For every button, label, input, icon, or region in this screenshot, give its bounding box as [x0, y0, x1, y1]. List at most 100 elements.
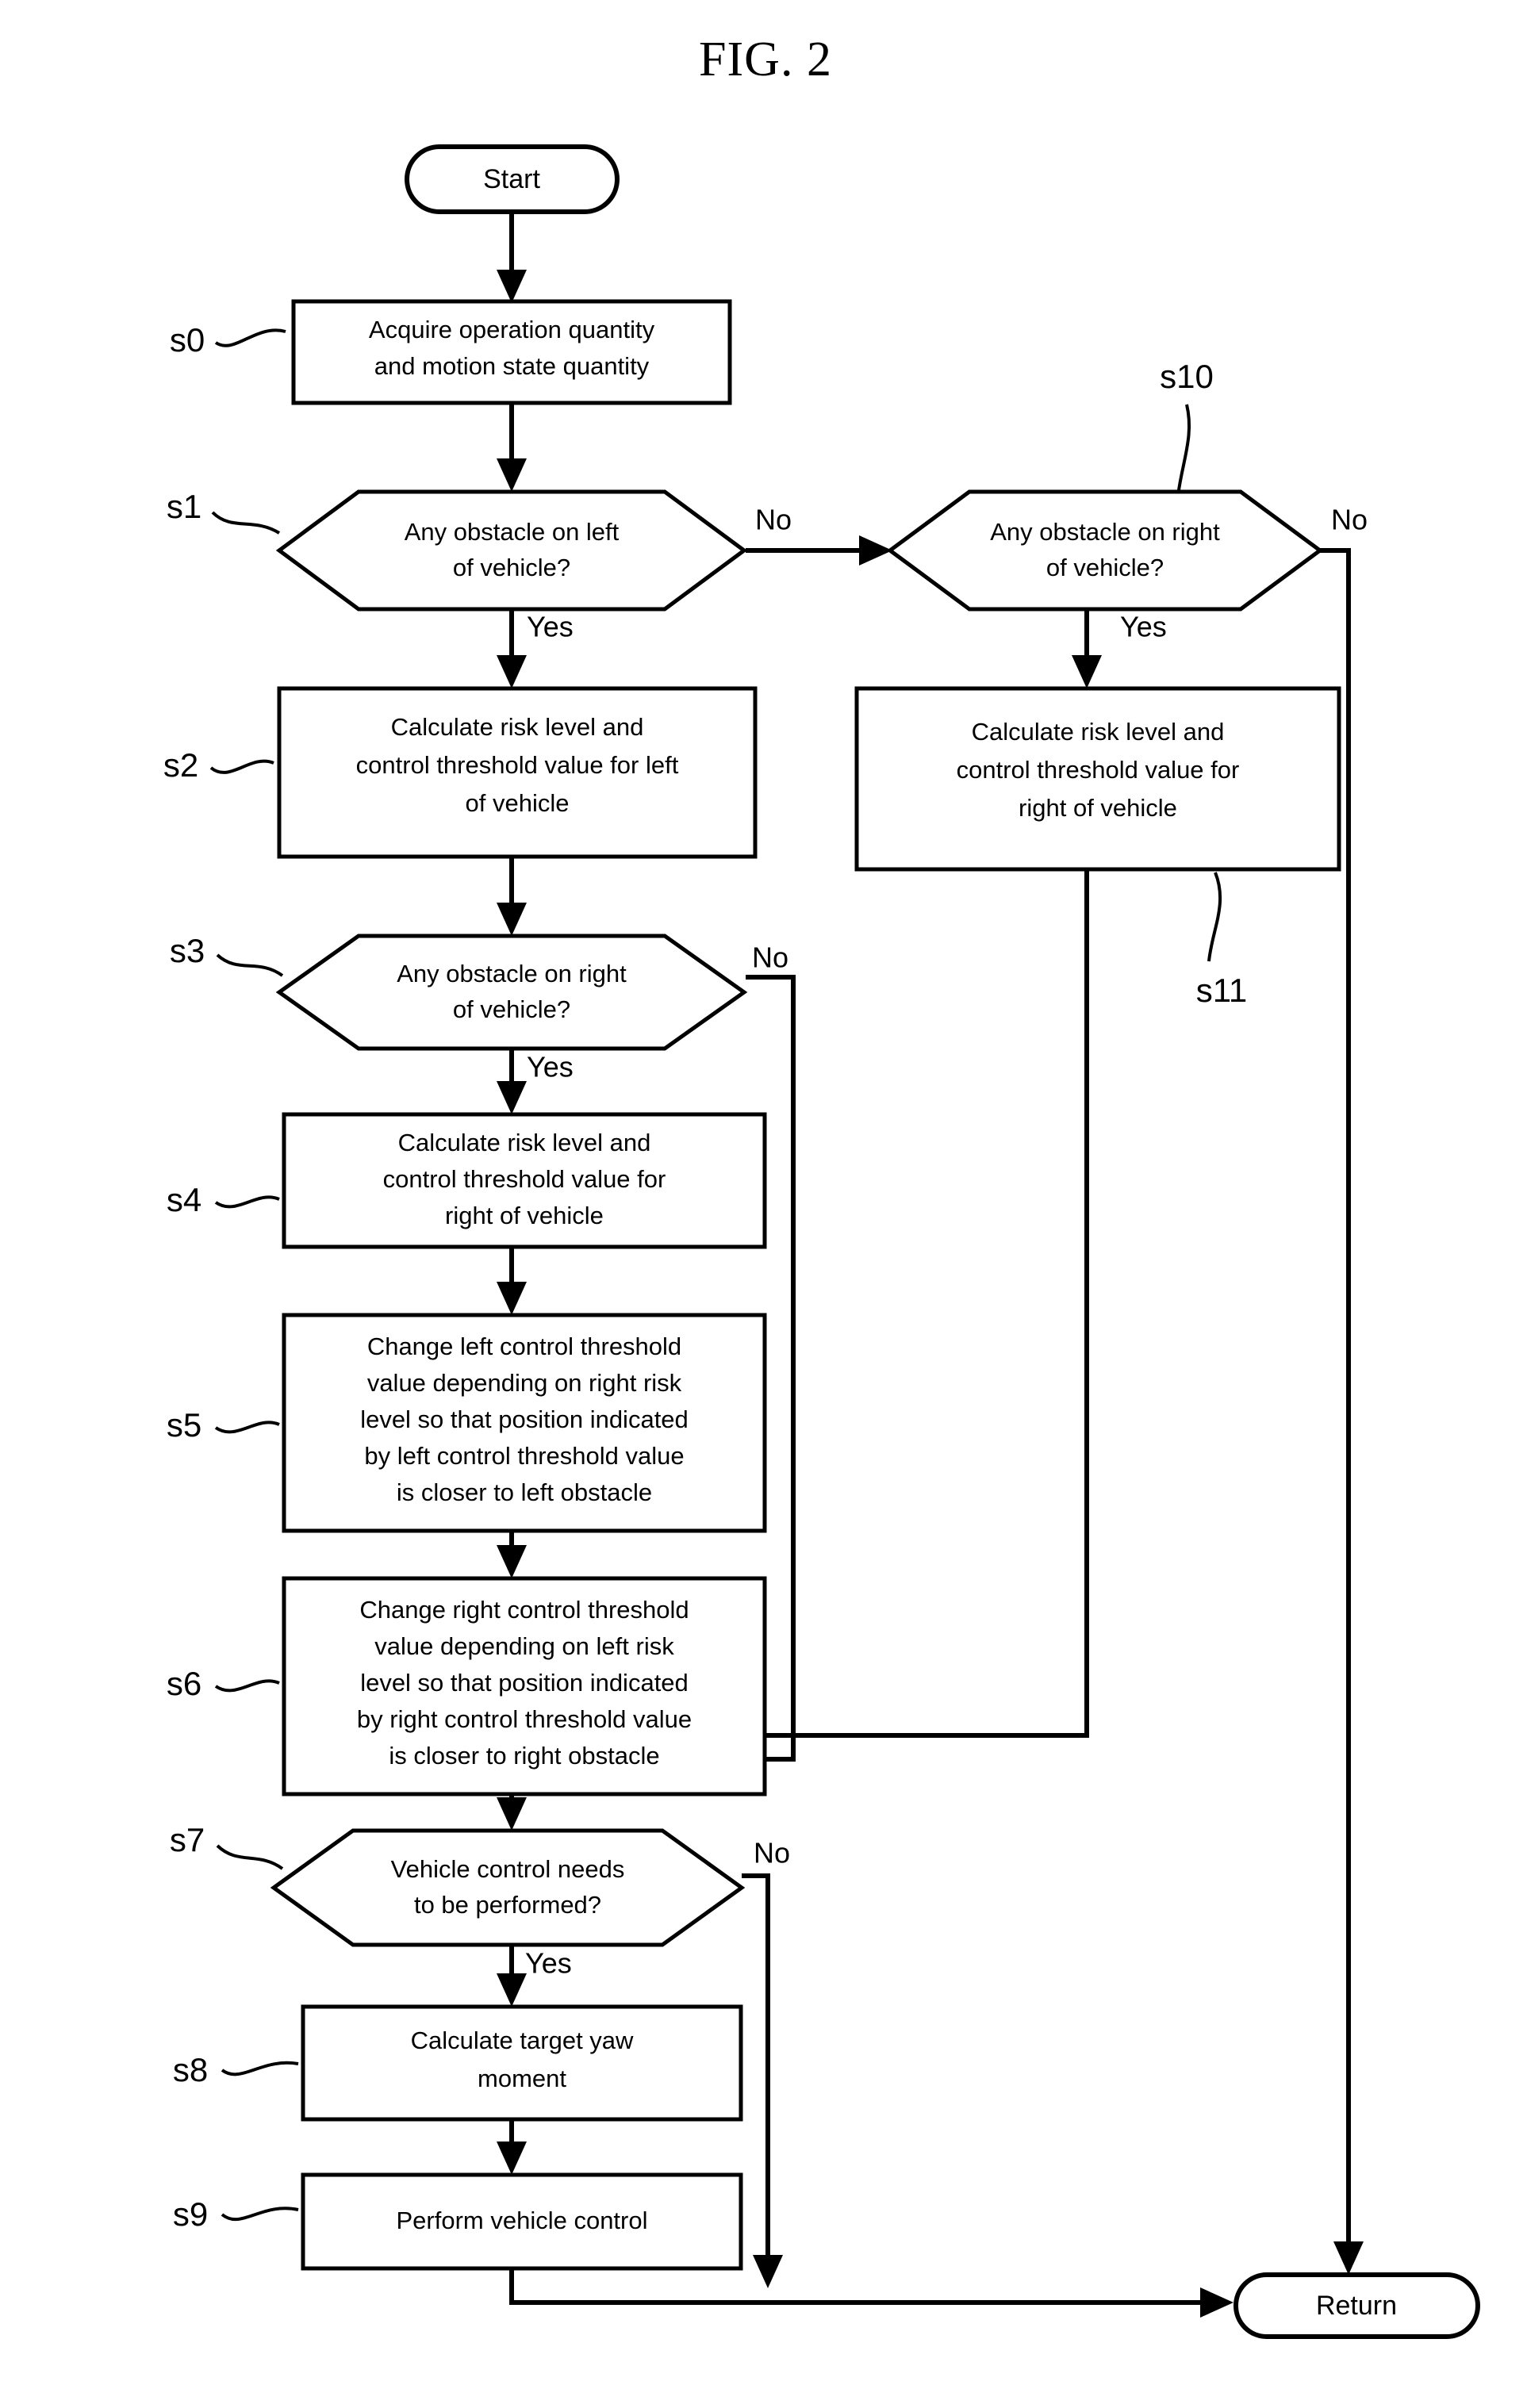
arrow-s10-return: [1333, 2241, 1364, 2275]
arrow-s0-s1: [497, 458, 527, 492]
edge-s9-return: [509, 2268, 1210, 2305]
arrow-s7-s8: [497, 1973, 527, 2007]
node-s8[interactable]: Calculate target yaw moment: [301, 2004, 743, 2122]
s1-leader: [211, 511, 281, 535]
s2-text-line-2: control threshold value for left: [356, 751, 679, 779]
step-marker-s7: s7: [170, 1821, 284, 1870]
s0-leader: [214, 328, 286, 347]
s5-text-line-3: level so that position indicated: [360, 1405, 689, 1433]
s9-step-label: s9: [173, 2195, 208, 2233]
s5-text-line-5: is closer to left obstacle: [397, 1478, 652, 1506]
s3-step-label: s3: [170, 932, 205, 969]
arrow-s6-s7: [497, 1797, 527, 1831]
arrow-s1-s2: [497, 655, 527, 688]
node-s4[interactable]: Calculate risk level and control thresho…: [282, 1112, 767, 1249]
s0-text-line-1: Acquire operation quantity: [369, 316, 655, 343]
node-s7[interactable]: Vehicle control needs to be performed?: [270, 1828, 746, 1947]
s11-leader: [1207, 872, 1222, 962]
s6-text-line-3: level so that position indicated: [360, 1669, 689, 1697]
figure-title: FIG. 2: [699, 33, 832, 86]
arrow-s9-return: [1200, 2287, 1233, 2318]
s7-step-label: s7: [170, 1821, 205, 1858]
s4-step-label: s4: [167, 1181, 201, 1218]
step-marker-s8: s8: [173, 2051, 299, 2088]
s4-text-line-3: right of vehicle: [445, 1202, 604, 1229]
s5-text-line-4: by left control threshold value: [364, 1442, 684, 1470]
start-terminator-label: Start: [483, 164, 540, 194]
return-terminator-label: Return: [1316, 2291, 1397, 2321]
node-s10[interactable]: Any obstacle on right of vehicle?: [886, 489, 1324, 612]
s7-leader: [216, 1844, 284, 1870]
node-s6[interactable]: Change right control threshold value dep…: [282, 1576, 767, 1796]
s10-text-line-1: Any obstacle on right: [990, 518, 1220, 546]
s7-text-line-1: Vehicle control needs: [391, 1855, 625, 1883]
arrow-s4-s5: [497, 1282, 527, 1315]
s8-step-label: s8: [173, 2051, 208, 2088]
s4-text-line-2: control threshold value for: [383, 1165, 666, 1193]
s8-process-shape: [301, 2004, 743, 2122]
s0-text-line-2: and motion state quantity: [374, 352, 650, 380]
s10-leader: [1177, 404, 1191, 491]
s6-text-line-5: is closer to right obstacle: [389, 1742, 659, 1770]
step-marker-s11: s11: [1196, 872, 1247, 1009]
s5-step-label: s5: [167, 1406, 201, 1444]
s5-text-line-2: value depending on right risk: [367, 1369, 682, 1397]
s3-yes-label: Yes: [527, 1051, 574, 1083]
s7-yes-label: Yes: [525, 1947, 572, 1980]
arrow-s7-return-no: [753, 2255, 783, 2288]
s11-text-line-3: right of vehicle: [1019, 794, 1177, 822]
s1-yes-label: Yes: [527, 611, 574, 643]
node-s0[interactable]: Acquire operation quantity and motion st…: [291, 299, 732, 405]
step-marker-s4: s4: [167, 1181, 280, 1218]
s1-no-label: No: [755, 504, 792, 536]
s11-text-line-1: Calculate risk level and: [972, 718, 1225, 746]
arrow-s2-s3: [497, 903, 527, 936]
s9-leader: [221, 2207, 299, 2222]
s6-text-line-4: by right control threshold value: [357, 1705, 692, 1733]
step-marker-s0: s0: [170, 321, 286, 359]
s2-step-label: s2: [163, 746, 198, 784]
s8-text-line-2: moment: [478, 2065, 566, 2092]
step-marker-s10: s10: [1160, 358, 1214, 491]
step-marker-s3: s3: [170, 932, 284, 977]
arrow-s3-s4: [497, 1081, 527, 1114]
flowchart-svg: FIG. 2 Start Acquire operation quantity …: [163, 33, 1480, 2339]
arrow-s8-s9: [497, 2142, 527, 2175]
step-marker-s5: s5: [167, 1406, 280, 1444]
s0-step-label: s0: [170, 321, 205, 359]
s5-text-line-1: Change left control threshold: [367, 1332, 681, 1360]
s2-text-line-1: Calculate risk level and: [391, 713, 644, 741]
node-s3[interactable]: Any obstacle on right of vehicle?: [275, 934, 748, 1051]
node-s2[interactable]: Calculate risk level and control thresho…: [277, 686, 758, 859]
s3-decision-shape: [275, 934, 748, 1051]
s11-text-line-2: control threshold value for: [957, 756, 1240, 784]
s1-text-line-1: Any obstacle on left: [405, 518, 620, 546]
s8-leader: [221, 2061, 299, 2076]
s7-no-label: No: [754, 1837, 790, 1869]
s10-yes-label: Yes: [1120, 611, 1167, 643]
node-s1[interactable]: Any obstacle on left of vehicle?: [275, 489, 748, 612]
s4-leader: [214, 1195, 280, 1209]
s8-text-line-1: Calculate target yaw: [411, 2026, 634, 2054]
s5-leader: [214, 1421, 280, 1434]
node-start[interactable]: Start: [405, 144, 620, 214]
s10-step-label: s10: [1160, 358, 1214, 395]
node-s5[interactable]: Change left control threshold value depe…: [282, 1313, 767, 1533]
s4-text-line-1: Calculate risk level and: [398, 1129, 651, 1156]
s3-text-line-2: of vehicle?: [453, 995, 570, 1023]
step-marker-s2: s2: [163, 746, 274, 784]
node-s11[interactable]: Calculate risk level and control thresho…: [854, 686, 1341, 872]
s3-leader: [216, 953, 284, 977]
s9-text-line-1: Perform vehicle control: [396, 2207, 647, 2234]
s6-step-label: s6: [167, 1665, 201, 1702]
node-return[interactable]: Return: [1233, 2272, 1480, 2339]
s2-leader: [209, 759, 274, 774]
node-s9[interactable]: Perform vehicle control: [301, 2172, 743, 2271]
s1-decision-shape: [275, 489, 748, 612]
s10-decision-shape: [886, 489, 1324, 612]
s7-text-line-2: to be performed?: [414, 1891, 601, 1919]
arrow-start-s0: [497, 270, 527, 303]
s6-leader: [214, 1679, 280, 1693]
s7-decision-shape: [270, 1828, 746, 1947]
s6-text-line-1: Change right control threshold: [359, 1596, 689, 1624]
